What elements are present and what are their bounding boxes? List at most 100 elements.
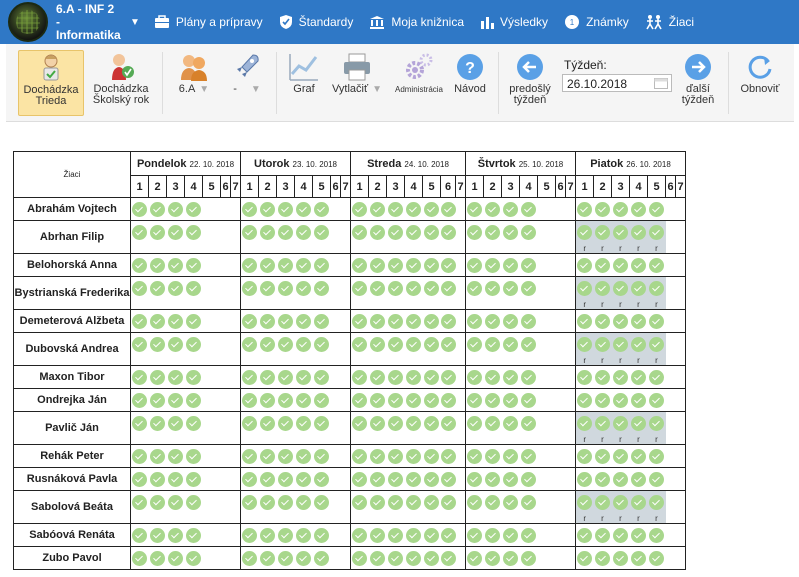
attendance-cell[interactable] [258,490,277,524]
present-check-icon[interactable] [424,370,439,385]
present-check-icon[interactable] [631,314,646,329]
attendance-cell[interactable] [276,523,295,547]
attendance-cell[interactable] [276,197,295,221]
present-check-icon[interactable] [242,202,258,217]
present-check-icon[interactable] [631,393,646,408]
present-check-icon[interactable] [485,551,500,566]
present-check-icon[interactable] [485,393,500,408]
present-check-icon[interactable] [424,337,439,352]
present-check-icon[interactable] [260,472,275,487]
present-check-icon[interactable] [467,528,483,543]
calendar-icon[interactable] [654,77,668,92]
attendance-cell[interactable] [130,365,149,389]
present-check-icon[interactable] [406,528,421,543]
present-check-icon[interactable] [168,370,183,385]
present-check-icon[interactable] [613,551,628,566]
attendance-cell[interactable] [386,253,405,277]
present-check-icon[interactable] [132,528,148,543]
attendance-cell[interactable] [647,546,666,570]
attendance-cell[interactable] [386,490,405,524]
attendance-cell[interactable]: r [647,411,666,445]
present-check-icon[interactable] [352,281,368,296]
present-check-icon[interactable] [649,281,664,296]
student-name[interactable]: Rehák Peter [13,444,131,468]
present-check-icon[interactable] [242,472,258,487]
present-check-icon[interactable] [168,551,183,566]
present-check-icon[interactable] [388,393,403,408]
attendance-cell[interactable] [519,197,538,221]
class-selector[interactable]: 6.A - INF 2 - Informatika [56,2,126,42]
attendance-cell[interactable] [166,411,185,445]
attendance-cell[interactable] [148,523,167,547]
present-check-icon[interactable] [613,393,628,408]
student-name[interactable]: Demeterová Alžbeta [13,309,131,333]
next-week-button[interactable]: ďalší týždeň [674,50,722,116]
present-check-icon[interactable] [186,370,201,385]
attendance-cell[interactable] [629,309,648,333]
attendance-cell[interactable] [465,332,484,366]
attendance-cell[interactable] [184,253,203,277]
attendance-cell[interactable] [501,365,520,389]
attendance-cell[interactable] [422,309,441,333]
attendance-cell[interactable] [276,490,295,524]
attendance-cell[interactable] [483,444,502,468]
attendance-cell[interactable] [294,197,313,221]
present-check-icon[interactable] [521,314,536,329]
attendance-cell[interactable] [184,332,203,366]
attendance-cell[interactable] [647,444,666,468]
present-check-icon[interactable] [485,337,500,352]
chart-button[interactable]: Graf [280,50,328,116]
attendance-cell[interactable] [166,546,185,570]
group-dropdown[interactable]: - ▼ [222,50,272,116]
attendance-cell[interactable] [465,546,484,570]
present-check-icon[interactable] [521,337,536,352]
attendance-cell[interactable] [465,197,484,221]
student-name[interactable]: Zubo Pavol [13,546,131,570]
attendance-cell[interactable] [519,365,538,389]
attendance-cell[interactable] [312,365,331,389]
present-check-icon[interactable] [595,495,610,510]
present-check-icon[interactable] [577,281,593,296]
attendance-cell[interactable] [611,388,630,412]
present-check-icon[interactable] [296,281,311,296]
present-check-icon[interactable] [242,225,258,240]
present-check-icon[interactable] [631,551,646,566]
present-check-icon[interactable] [613,495,628,510]
attendance-cell[interactable] [422,388,441,412]
present-check-icon[interactable] [370,551,385,566]
attendance-cell[interactable] [519,467,538,491]
attendance-cell[interactable] [312,523,331,547]
attendance-cell[interactable] [422,365,441,389]
attendance-cell[interactable] [166,388,185,412]
attendance-cell[interactable] [240,365,259,389]
present-check-icon[interactable] [595,393,610,408]
present-check-icon[interactable] [186,495,201,510]
attendance-cell[interactable] [519,220,538,254]
student-name[interactable]: Sabolová Beáta [13,490,131,524]
attendance-cell[interactable] [440,365,456,389]
attendance-cell[interactable] [483,332,502,366]
attendance-cell[interactable] [593,309,612,333]
attendance-cell[interactable] [519,253,538,277]
attendance-cell[interactable] [611,197,630,221]
present-check-icon[interactable] [242,528,258,543]
present-check-icon[interactable] [314,225,329,240]
attendance-cell[interactable] [611,546,630,570]
attendance-cell[interactable] [575,523,594,547]
present-check-icon[interactable] [352,472,368,487]
present-check-icon[interactable] [150,449,165,464]
present-check-icon[interactable] [186,281,201,296]
attendance-cell[interactable] [483,197,502,221]
present-check-icon[interactable] [370,337,385,352]
attendance-cell[interactable] [519,332,538,366]
attendance-cell[interactable] [294,220,313,254]
present-check-icon[interactable] [242,551,258,566]
attendance-cell[interactable] [404,276,423,310]
attendance-cell[interactable] [240,411,259,445]
present-check-icon[interactable] [406,449,421,464]
attendance-cell[interactable] [386,309,405,333]
present-check-icon[interactable] [132,495,148,510]
present-check-icon[interactable] [242,258,258,273]
attendance-cell[interactable] [240,444,259,468]
present-check-icon[interactable] [440,495,456,510]
